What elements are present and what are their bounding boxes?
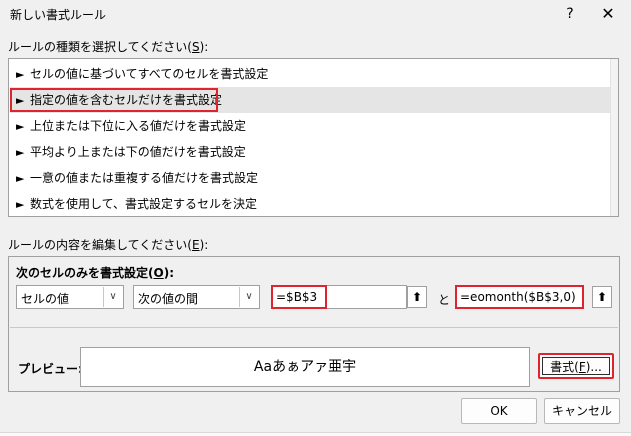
value1-input-extension[interactable]: [327, 285, 407, 309]
arrow-right-icon: ►: [16, 198, 25, 211]
chevron-down-icon[interactable]: ∨: [103, 287, 122, 307]
value1-range-picker-icon[interactable]: ⬆: [407, 286, 427, 308]
title-bar: 新しい書式ルール ? ✕: [0, 0, 631, 30]
rule-type-item-top-bottom[interactable]: ► 上位または下位に入る値だけを書式設定: [10, 113, 611, 139]
dialog-title: 新しい書式ルール: [10, 8, 107, 22]
preview-label: プレビュー:: [18, 362, 83, 376]
format-button[interactable]: 書式(F)...: [538, 353, 614, 379]
arrow-right-icon: ►: [16, 146, 25, 159]
and-label: と: [438, 293, 451, 307]
format-only-cells-heading: 次のセルのみを書式設定(O):: [16, 266, 174, 280]
rule-type-label: ルールの種類を選択してください(S):: [8, 40, 209, 54]
close-icon[interactable]: ✕: [594, 3, 622, 25]
rule-content-label: ルールの内容を編集してください(E):: [8, 238, 209, 252]
help-button[interactable]: ?: [558, 3, 582, 25]
operator-combo[interactable]: 次の値の間 ∨: [133, 285, 260, 309]
arrow-right-icon: ►: [16, 120, 25, 133]
list-scrollbar[interactable]: [610, 59, 618, 216]
rule-type-item-contains-value[interactable]: ► 指定の値を含むセルだけを書式設定: [10, 87, 611, 113]
chevron-down-icon[interactable]: ∨: [239, 287, 258, 307]
rule-type-item-all-cells[interactable]: ► セルの値に基づいてすべてのセルを書式設定: [10, 61, 611, 87]
condition-field-combo[interactable]: セルの値 ∨: [16, 285, 124, 309]
section-divider: [10, 327, 618, 328]
cancel-button[interactable]: キャンセル: [544, 398, 620, 424]
rule-type-item-formula[interactable]: ► 数式を使用して、書式設定するセルを決定: [10, 191, 611, 217]
rule-type-item-unique-duplicate[interactable]: ► 一意の値または重複する値だけを書式設定: [10, 165, 611, 191]
rule-type-item-above-below-average[interactable]: ► 平均より上または下の値だけを書式設定: [10, 139, 611, 165]
format-button-label: 書式(F)...: [542, 357, 610, 375]
arrow-right-icon: ►: [16, 172, 25, 185]
rule-type-list[interactable]: ► セルの値に基づいてすべてのセルを書式設定 ► 指定の値を含むセルだけを書式設定 …: [8, 58, 619, 217]
preview-sample: Aaあぁアァ亜宇: [80, 347, 530, 387]
arrow-right-icon: ►: [16, 68, 25, 81]
value1-input[interactable]: =$B$3: [271, 285, 327, 309]
value2-input[interactable]: =eomonth($B$3,0): [455, 285, 584, 309]
background-strip: [0, 432, 631, 436]
ok-button[interactable]: OK: [461, 398, 537, 424]
selection-highlight: [10, 88, 218, 112]
value2-range-picker-icon[interactable]: ⬆: [592, 286, 612, 308]
